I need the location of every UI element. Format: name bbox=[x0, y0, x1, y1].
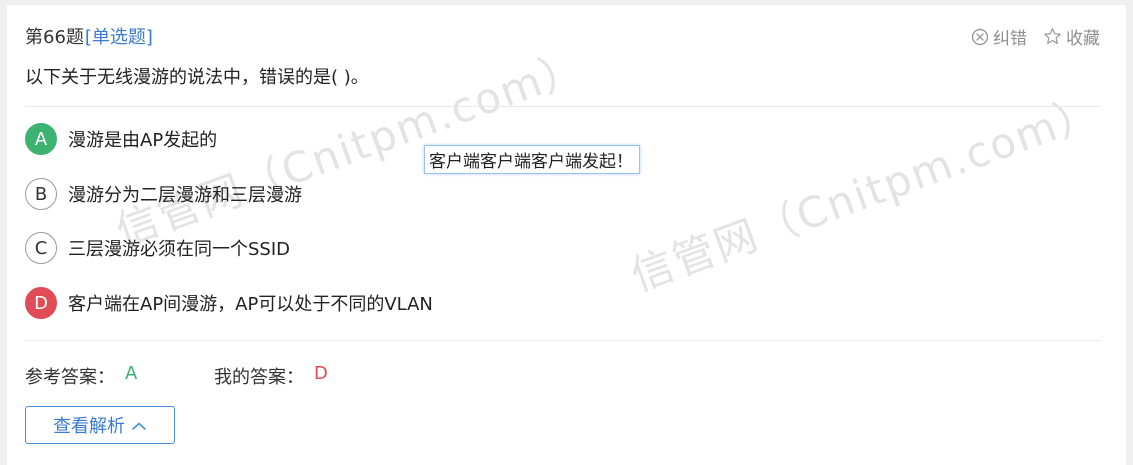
option-text: 三层漫游必须在同一个SSID bbox=[68, 239, 291, 260]
divider bbox=[25, 106, 1100, 107]
option-text: 客户端在AP间漫游，AP可以处于不同的VLAN bbox=[68, 294, 433, 315]
my-answer-label: 我的答案： bbox=[214, 367, 304, 388]
my-answer-value: D bbox=[314, 363, 328, 384]
option-letter-badge: B bbox=[25, 178, 57, 210]
option-b[interactable]: B 漫游分为二层漫游和三层漫游 bbox=[25, 178, 302, 210]
chevron-up-icon bbox=[131, 415, 147, 436]
report-error-label: 纠错 bbox=[993, 29, 1027, 49]
option-letter-badge: D bbox=[25, 287, 57, 319]
view-analysis-label: 查看解析 bbox=[53, 416, 125, 437]
question-header: 第66题 [单选题] bbox=[25, 23, 153, 49]
option-letter-badge: A bbox=[25, 123, 57, 155]
question-actions: 纠错 收藏 bbox=[971, 24, 1100, 49]
favorite-button[interactable]: 收藏 bbox=[1043, 24, 1100, 49]
option-letter-badge: C bbox=[25, 232, 57, 264]
view-analysis-button[interactable]: 查看解析 bbox=[25, 406, 175, 444]
question-number: 第66题 bbox=[25, 27, 84, 48]
report-error-button[interactable]: 纠错 bbox=[971, 24, 1027, 49]
star-outline-icon bbox=[1043, 27, 1062, 46]
question-card: 信管网（Cnitpm.com） 信管网（Cnitpm.com） 第66题 [单选… bbox=[7, 5, 1126, 465]
annotation-note[interactable]: 客户端客户端客户端发起！ bbox=[424, 145, 640, 174]
option-d[interactable]: D 客户端在AP间漫游，AP可以处于不同的VLAN bbox=[25, 287, 433, 319]
favorite-label: 收藏 bbox=[1066, 29, 1100, 49]
option-a[interactable]: A 漫游是由AP发起的 bbox=[25, 123, 217, 155]
reference-answer-label: 参考答案： bbox=[25, 367, 115, 388]
option-c[interactable]: C 三层漫游必须在同一个SSID bbox=[25, 232, 290, 264]
reference-answer-value: A bbox=[125, 363, 138, 384]
divider bbox=[25, 340, 1100, 341]
question-type: [单选题] bbox=[84, 27, 153, 48]
watermark-text: 信管网（Cnitpm.com） bbox=[624, 85, 1107, 301]
question-text: 以下关于无线漫游的说法中，错误的是( )。 bbox=[25, 67, 369, 88]
option-text: 漫游分为二层漫游和三层漫游 bbox=[68, 185, 302, 206]
circle-x-icon bbox=[971, 28, 989, 46]
option-text: 漫游是由AP发起的 bbox=[68, 130, 218, 151]
